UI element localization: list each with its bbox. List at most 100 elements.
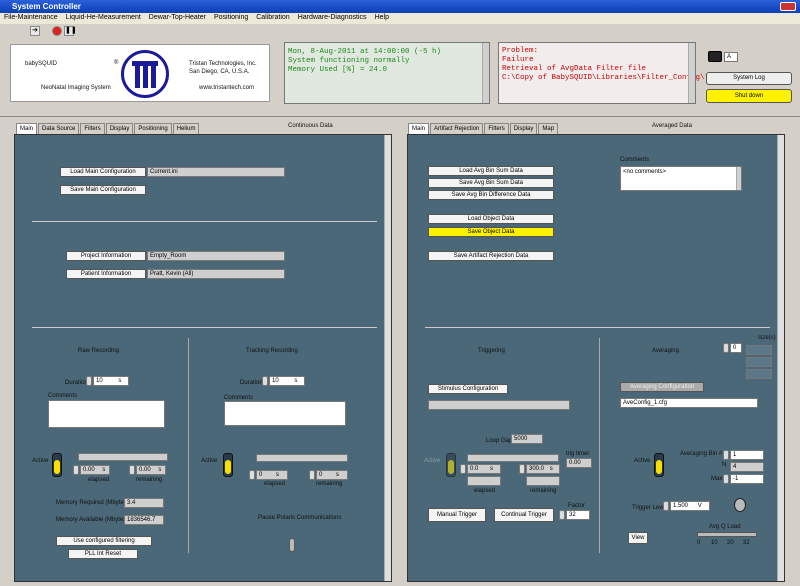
right-active-toggle[interactable] xyxy=(446,453,456,477)
save-main-config-button[interactable]: Save Main Configuration xyxy=(60,185,146,195)
status-scrollbar[interactable] xyxy=(482,43,489,103)
size-input[interactable]: 0 xyxy=(730,343,742,353)
use-configured-filtering-button[interactable]: Use configured filtering xyxy=(56,536,152,546)
abort-icon[interactable] xyxy=(52,26,62,36)
save-artifact-rejection-button[interactable]: Save Artifact Rejection Data xyxy=(428,251,554,261)
tab-main[interactable]: Main xyxy=(16,123,38,134)
tracking-comments-textarea[interactable] xyxy=(224,401,346,426)
right-sub-field xyxy=(526,476,560,486)
tab-map[interactable]: Map xyxy=(538,123,559,134)
tracking-remaining-stepper[interactable] xyxy=(309,470,315,480)
memory-available-label: Memory Available (Mbytes) xyxy=(56,517,129,523)
menu-file-maintenance[interactable]: File-Maintenance xyxy=(0,13,62,21)
right-active-label: Active xyxy=(424,458,441,464)
factor-input[interactable]: 32 xyxy=(566,510,590,520)
pause-icon[interactable]: ❚❚ xyxy=(64,26,77,36)
continual-trigger-button[interactable]: Continual Trigger xyxy=(494,508,554,522)
shutdown-button[interactable]: Shut down xyxy=(706,89,792,103)
averaging-bin-input[interactable]: 1 xyxy=(730,450,764,460)
tab-artifact-rejection[interactable]: Artifact Rejection xyxy=(430,123,484,134)
view-button[interactable]: View xyxy=(628,532,648,544)
tab-helium[interactable]: Helium xyxy=(172,123,200,134)
right-remaining-stepper[interactable] xyxy=(519,464,525,474)
right-scrollbar[interactable] xyxy=(777,135,784,581)
n-label: N xyxy=(722,462,727,468)
tab-filters[interactable]: Filters xyxy=(80,123,105,134)
right-progress-bar xyxy=(467,454,559,462)
tracking-active-toggle[interactable] xyxy=(223,453,233,477)
menu-calibration[interactable]: Calibration xyxy=(252,13,293,21)
menu-help[interactable]: Help xyxy=(371,13,393,21)
run-arrow-icon[interactable]: ➔ xyxy=(30,26,40,36)
tab-filters[interactable]: Filters xyxy=(484,123,509,134)
trigger-level-input[interactable]: 1.500 V xyxy=(670,501,710,511)
avg-q-load-bar xyxy=(697,532,757,537)
max-input[interactable]: -1 xyxy=(730,474,764,484)
raw-remaining-label: remaining xyxy=(136,477,163,483)
size-field-3 xyxy=(746,369,772,379)
problem-line: Failure xyxy=(502,56,534,64)
averaging-bin-stepper[interactable] xyxy=(723,450,729,460)
system-log-button[interactable]: System Log xyxy=(706,72,792,85)
size-stepper[interactable] xyxy=(723,343,729,353)
q-tick: 20 xyxy=(727,540,734,546)
camera-label: A xyxy=(724,52,738,62)
tracking-duration-label: Duration xyxy=(240,380,263,386)
company-logo-panel: babySQUID NeoNatal Imaging System ® Tris… xyxy=(10,44,270,102)
stimulus-config-button[interactable]: Stimulus Configuration xyxy=(428,384,508,394)
menu-liquid-he[interactable]: Liquid-He-Measurement xyxy=(62,13,145,21)
right-remaining-field: 300.0 s xyxy=(526,464,560,474)
q-tick: 0 xyxy=(697,540,701,546)
raw-comments-textarea[interactable] xyxy=(48,400,165,428)
max-stepper[interactable] xyxy=(723,474,729,484)
project-info-button[interactable]: Project Information xyxy=(66,251,146,261)
tti-logo-icon xyxy=(121,50,169,98)
camera-icon[interactable] xyxy=(708,51,722,62)
tab-positioning[interactable]: Positioning xyxy=(134,123,172,134)
trigger-level-label: Trigger Level xyxy=(632,505,667,511)
tracking-duration-stepper[interactable] xyxy=(262,376,268,386)
averaging-title: Averaging xyxy=(652,348,679,354)
problem-line: Retrieval of AvgData Filter file xyxy=(502,65,647,73)
toolbar: ➔ ❚❚ xyxy=(0,24,800,38)
trigger-level-knob-icon[interactable] xyxy=(734,498,746,512)
pause-polaris-switch[interactable] xyxy=(289,538,295,552)
left-scrollbar[interactable] xyxy=(384,135,391,581)
right-comments-textarea[interactable]: <no comments> xyxy=(620,166,742,191)
tab-data-source[interactable]: Data Source xyxy=(38,123,80,134)
averaging-active-toggle[interactable] xyxy=(654,453,664,477)
trig-timer-label: trig timer xyxy=(566,451,590,457)
factor-stepper[interactable] xyxy=(559,510,565,520)
save-avg-bin-sum-button[interactable]: Save Avg Bin Sum Data xyxy=(428,178,554,188)
averaging-bin-label: Averaging Bin # xyxy=(680,451,723,457)
tracking-remaining-field: 0 s xyxy=(316,470,348,480)
pll-int-reset-button[interactable]: PLL Int Reset xyxy=(68,549,138,559)
patient-info-button[interactable]: Patient Information xyxy=(66,269,146,279)
tab-main[interactable]: Main xyxy=(408,123,430,134)
right-elapsed-stepper[interactable] xyxy=(460,464,466,474)
manual-trigger-button[interactable]: Manual Trigger xyxy=(428,508,486,522)
load-avg-bin-sum-button[interactable]: Load Avg Bin Sum Data xyxy=(428,166,554,176)
load-main-config-button[interactable]: Load Main Configuration xyxy=(60,167,146,177)
load-object-data-button[interactable]: Load Object Data xyxy=(428,214,554,224)
right-sub-field xyxy=(467,476,501,486)
trigger-level-stepper[interactable] xyxy=(663,501,669,511)
menu-positioning[interactable]: Positioning xyxy=(210,13,252,21)
raw-duration-stepper[interactable] xyxy=(86,376,92,386)
right-elapsed-field: 0.0 s xyxy=(467,464,501,474)
save-avg-bin-diff-button[interactable]: Save Avg Bin Difference Data xyxy=(428,190,554,200)
averaging-config-button[interactable]: Averaging Configuration xyxy=(620,382,704,392)
problem-scrollbar[interactable] xyxy=(688,43,695,103)
raw-active-toggle[interactable] xyxy=(52,453,62,477)
save-object-data-button[interactable]: Save Object Data xyxy=(428,227,554,237)
tracking-active-label: Active xyxy=(201,458,218,464)
tab-display[interactable]: Display xyxy=(105,123,134,134)
menu-hardware-diagnostics[interactable]: Hardware-Diagnostics xyxy=(294,13,371,21)
menu-dewar-heater[interactable]: Dewar-Top-Heater xyxy=(145,13,210,21)
raw-remaining-stepper[interactable] xyxy=(129,465,135,475)
tracking-duration-input[interactable]: 10 s xyxy=(269,376,305,386)
raw-duration-input[interactable]: 10 s xyxy=(93,376,129,386)
raw-elapsed-stepper[interactable] xyxy=(73,465,79,475)
tracking-elapsed-stepper[interactable] xyxy=(249,470,255,480)
tab-display[interactable]: Display xyxy=(509,123,538,134)
